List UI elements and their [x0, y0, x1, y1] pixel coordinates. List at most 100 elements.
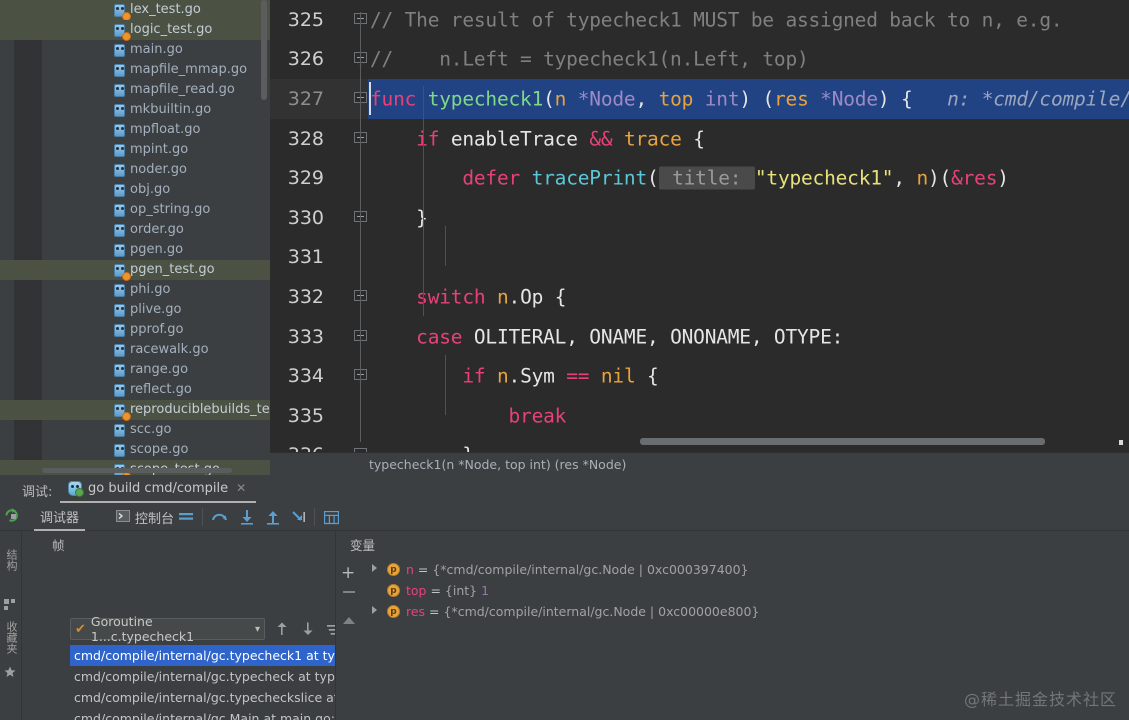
- variable-row[interactable]: pn = {*cmd/compile/internal/gc.Node | 0x…: [362, 559, 1129, 580]
- go-run-config-icon: [68, 480, 84, 497]
- editor-marker-stripe[interactable]: [1113, 0, 1125, 452]
- tree-file-item[interactable]: obj.go: [42, 180, 270, 200]
- fold-marker-icon[interactable]: [354, 52, 368, 67]
- indent-guide: [423, 86, 424, 316]
- tree-file-label: plive.go: [130, 302, 182, 317]
- tree-file-item[interactable]: pgen_test.go: [0, 260, 270, 281]
- editor-line[interactable]: 334 if n.Sym == nil {: [270, 356, 1129, 396]
- rerun-icon[interactable]: [3, 506, 20, 527]
- add-watch-icon[interactable]: +: [341, 565, 355, 582]
- line-number: 329: [287, 167, 324, 190]
- tree-file-item[interactable]: racewalk.go: [42, 340, 270, 360]
- tree-vertical-scrollbar[interactable]: [261, 0, 267, 100]
- console-icon: [116, 509, 130, 525]
- frame-list-item[interactable]: cmd/compile/internal/gc.typecheck at typ…: [70, 666, 357, 687]
- left-tool-strip[interactable]: 结构 收藏夹: [0, 531, 22, 720]
- tree-file-label: main.go: [130, 42, 183, 57]
- frame-up-icon[interactable]: [275, 621, 289, 641]
- breadcrumb-bar[interactable]: typecheck1(n *Node, top int) (res *Node): [270, 452, 1129, 475]
- frame-list[interactable]: cmd/compile/internal/gc.typecheck1 at ty…: [70, 645, 357, 720]
- layout-settings-icon[interactable]: [178, 510, 194, 529]
- project-file-list[interactable]: lex_test.go logic_test.go main.go mapfile_m…: [0, 0, 270, 475]
- tree-file-label: phi.go: [130, 282, 171, 297]
- go-file-icon: [114, 364, 125, 377]
- variables-toolbar[interactable]: +: [336, 559, 362, 720]
- debug-session-title: go build cmd/compile: [88, 480, 229, 496]
- expand-arrow-icon[interactable]: [372, 606, 377, 614]
- tree-file-item[interactable]: reproduciblebuilds_te: [0, 400, 270, 421]
- tree-file-item[interactable]: main.go: [42, 40, 270, 60]
- editor-line[interactable]: 328 if enableTrace && trace {: [270, 119, 1129, 159]
- fold-marker-icon[interactable]: [354, 329, 368, 344]
- tree-file-item[interactable]: range.go: [42, 360, 270, 380]
- run-to-cursor-icon[interactable]: [291, 509, 309, 529]
- tool-window-favorites-label[interactable]: 收藏夹: [3, 621, 19, 654]
- tab-console[interactable]: 控制台: [110, 503, 180, 531]
- editor-line[interactable]: 332 switch n.Op {: [270, 277, 1129, 317]
- frame-list-item[interactable]: cmd/compile/internal/gc.typecheck1 at ty…: [70, 645, 357, 666]
- editor-line[interactable]: 333 case OLITERAL, ONAME, ONONAME, OTYPE…: [270, 317, 1129, 357]
- tree-file-item[interactable]: reflect.go: [42, 380, 270, 400]
- go-file-icon: [114, 324, 125, 337]
- tree-file-item[interactable]: scope.go: [42, 440, 270, 460]
- project-tree-panel[interactable]: lex_test.go logic_test.go main.go mapfile_m…: [0, 0, 270, 475]
- tree-file-item[interactable]: pgen.go: [42, 240, 270, 260]
- tree-file-item[interactable]: mpint.go: [42, 140, 270, 160]
- code-editor[interactable]: 325 // The result of typecheck1 MUST be a…: [270, 0, 1129, 625]
- editor-line[interactable]: 326 // n.Left = typecheck1(n.Left, top): [270, 40, 1129, 80]
- goroutine-selector[interactable]: ✔ Goroutine 1...c.typecheck1 ▾: [70, 614, 265, 644]
- tree-file-item[interactable]: scc.go: [42, 420, 270, 440]
- editor-line[interactable]: 335 break: [270, 396, 1129, 436]
- editor-line[interactable]: 331: [270, 238, 1129, 278]
- variable-row[interactable]: p top = {int} 1: [362, 580, 1129, 601]
- editor-line[interactable]: 330 }: [270, 198, 1129, 238]
- tree-file-item[interactable]: noder.go: [42, 160, 270, 180]
- tree-file-item[interactable]: mpfloat.go: [42, 120, 270, 140]
- variable-row[interactable]: p res = {*cmd/compile/internal/gc.Node | …: [362, 601, 1129, 622]
- tree-file-item[interactable]: mkbuiltin.go: [42, 100, 270, 120]
- tree-file-item[interactable]: order.go: [42, 220, 270, 240]
- editor-line[interactable]: 327 func typecheck1(n *Node, top int) (re…: [270, 79, 1129, 119]
- tree-file-item[interactable]: op_string.go: [42, 200, 270, 220]
- tree-file-item[interactable]: pprof.go: [42, 320, 270, 340]
- debug-session-tab[interactable]: go build cmd/compile ✕: [60, 475, 257, 503]
- close-icon[interactable]: ✕: [236, 481, 246, 495]
- tree-file-label: scc.go: [130, 422, 172, 437]
- variable-numeric-value: 1: [477, 583, 490, 598]
- step-over-icon[interactable]: [211, 509, 229, 529]
- fold-marker-icon[interactable]: [354, 369, 368, 384]
- editor-line[interactable]: 329 defer tracePrint( title: "typecheck1…: [270, 158, 1129, 198]
- frame-list-item[interactable]: cmd/compile/internal/gc.typecheckslice a…: [70, 687, 357, 708]
- frames-pane[interactable]: 帧 ✔ Goroutine 1...c.typecheck1 ▾ cmd/com…: [22, 531, 357, 720]
- scroll-up-icon[interactable]: [342, 611, 356, 630]
- evaluate-expression-icon[interactable]: [323, 510, 340, 529]
- fold-marker-icon[interactable]: [354, 131, 368, 146]
- tree-file-label: pgen_test.go: [130, 262, 215, 277]
- chevron-down-icon[interactable]: ▾: [255, 624, 260, 635]
- expand-arrow-icon[interactable]: [372, 564, 377, 572]
- frames-body[interactable]: ✔ Goroutine 1...c.typecheck1 ▾ cmd/compi…: [70, 614, 357, 720]
- fold-marker-icon[interactable]: [354, 12, 368, 27]
- go-test-file-icon: [114, 264, 131, 281]
- tree-file-item[interactable]: logic_test.go: [0, 20, 270, 41]
- tree-file-item[interactable]: plive.go: [42, 300, 270, 320]
- remove-watch-icon[interactable]: [343, 591, 355, 593]
- tab-debugger[interactable]: 调试器: [34, 503, 86, 531]
- fold-marker-icon[interactable]: [354, 289, 368, 304]
- fold-marker-icon[interactable]: [354, 210, 368, 225]
- step-out-icon[interactable]: [265, 509, 281, 529]
- frame-down-icon[interactable]: [301, 621, 315, 641]
- tool-window-structure-label[interactable]: 结构: [3, 549, 19, 571]
- variables-list[interactable]: pn = {*cmd/compile/internal/gc.Node | 0x…: [362, 559, 1129, 622]
- tree-file-item[interactable]: phi.go: [42, 280, 270, 300]
- debug-toolbar[interactable]: 调试器 控制台: [0, 503, 1129, 531]
- step-into-icon[interactable]: [239, 509, 255, 529]
- editor-line[interactable]: 325 // The result of typecheck1 MUST be a…: [270, 0, 1129, 40]
- fold-marker-icon[interactable]: [354, 91, 368, 106]
- tree-file-item[interactable]: mapfile_mmap.go: [42, 60, 270, 80]
- tree-horizontal-scrollbar[interactable]: [42, 468, 232, 473]
- tree-file-item[interactable]: lex_test.go: [0, 0, 270, 21]
- tree-file-item[interactable]: mapfile_read.go: [42, 80, 270, 100]
- frame-list-item[interactable]: cmd/compile/internal/gc.Main at main.go:…: [70, 708, 357, 720]
- editor-horizontal-scrollbar[interactable]: [640, 438, 1045, 445]
